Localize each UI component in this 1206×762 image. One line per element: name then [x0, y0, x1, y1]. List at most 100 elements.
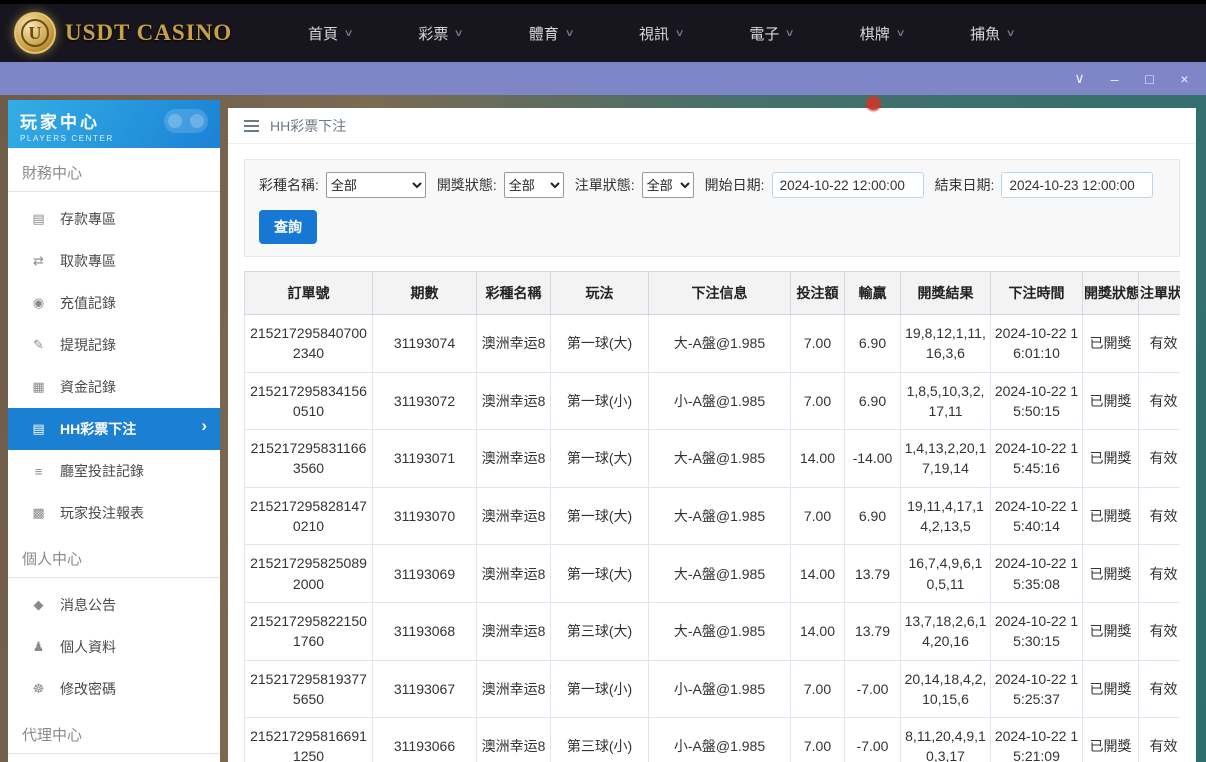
sidebar-section-heading: 財務中心	[8, 148, 220, 192]
table-header-row: 訂單號期數彩種名稱玩法下注信息投注額輸贏開獎結果下注時間開獎狀態注單狀態	[245, 272, 1181, 315]
nav-item[interactable]: 彩票∨	[385, 4, 495, 62]
col-draw-result: 開獎結果	[901, 272, 991, 315]
nav-item-label: 視訊	[639, 23, 669, 44]
draw-status-select[interactable]: 全部	[504, 172, 564, 198]
cell-order-no: 2152172958407002340	[245, 315, 373, 373]
chevron-down-icon: ∨	[564, 28, 574, 39]
nav-item-label: 捕魚	[970, 23, 1000, 44]
sidebar-item[interactable]: ◆消息公告	[8, 584, 220, 626]
sidebar-section-heading: 代理中心	[8, 710, 220, 754]
table-row: 215217295819377565031193067澳洲幸运8第一球(小)小-…	[245, 660, 1181, 718]
window-titlebar[interactable]: ∨–□ ×	[0, 62, 1206, 95]
col-bet-time: 下注時間	[991, 272, 1083, 315]
cell-order-no: 2152172958166911250	[245, 718, 373, 762]
nav-item[interactable]: 體育∨	[496, 4, 606, 62]
col-order-no: 訂單號	[245, 272, 373, 315]
cell-draw-status: 已開獎	[1083, 545, 1139, 603]
brand-logo[interactable]: U USDT CASINO	[14, 12, 249, 54]
nav-item[interactable]: 電子∨	[716, 4, 826, 62]
sidebar-item-label: 資金記錄	[60, 377, 116, 397]
sidebar-item[interactable]: ✎提現記錄	[8, 324, 220, 366]
col-period: 期數	[373, 272, 477, 315]
maximize-icon[interactable]: □	[1136, 67, 1163, 90]
sidebar-item[interactable]: ♟個人資料	[8, 626, 220, 668]
cell-draw-status: 已開獎	[1083, 372, 1139, 430]
cell-draw-result: 13,7,18,2,6,14,20,16	[901, 602, 991, 660]
close-icon[interactable]: ×	[1171, 67, 1198, 90]
chevron-right-icon: ›	[201, 416, 207, 436]
cell-play-type: 第一球(小)	[551, 660, 649, 718]
sidebar-section-heading: 個人中心	[8, 534, 220, 578]
cell-bet-time: 2024-10-22 15:50:15	[991, 372, 1083, 430]
bet-table-head: 訂單號期數彩種名稱玩法下注信息投注額輸贏開獎結果下注時間開獎狀態注單狀態	[245, 272, 1181, 315]
cell-bet-info: 小-A盤@1.985	[649, 660, 791, 718]
order-status-select[interactable]: 全部	[642, 172, 694, 198]
cell-order-no: 2152172958221501760	[245, 602, 373, 660]
chevron-down-icon: ∨	[895, 28, 905, 39]
nav-item[interactable]: 捕魚∨	[937, 4, 1047, 62]
cell-order-no: 2152172958250892000	[245, 545, 373, 603]
cell-win-loss: -7.00	[845, 718, 901, 762]
cell-order-status: 有效	[1139, 487, 1181, 545]
cell-draw-status: 已開獎	[1083, 660, 1139, 718]
lottery-select[interactable]: 全部	[326, 172, 426, 198]
nav-item[interactable]: 首頁∨	[275, 4, 385, 62]
cell-period: 31193071	[373, 430, 477, 488]
col-win-loss: 輸贏	[845, 272, 901, 315]
coin-letter: U	[21, 19, 49, 47]
start-date-input[interactable]	[772, 172, 924, 198]
sidebar-item[interactable]: ▤HH彩票下注›	[8, 408, 220, 450]
sidebar-subtitle: PLAYERS CENTER	[20, 134, 208, 143]
cell-draw-status: 已開獎	[1083, 315, 1139, 373]
sidebar-item[interactable]: ▤存款專區	[8, 198, 220, 240]
nav-item[interactable]: 棋牌∨	[827, 4, 937, 62]
cell-play-type: 第一球(大)	[551, 487, 649, 545]
cell-order-no: 2152172958193775650	[245, 660, 373, 718]
sidebar-item[interactable]: ◉充值記錄	[8, 282, 220, 324]
sidebar-item[interactable]: ⇄取款專區	[8, 240, 220, 282]
deposit-icon: ▤	[30, 211, 47, 227]
sidebar-item-label: HH彩票下注	[60, 419, 136, 439]
cell-draw-status: 已開獎	[1083, 602, 1139, 660]
filter-panel: 彩種名稱: 全部 開獎狀態: 全部 注單狀態: 全部 開始日期: 結束日期:	[244, 159, 1180, 257]
cell-lottery-name: 澳洲幸运8	[477, 660, 551, 718]
cell-draw-result: 19,8,12,1,11,16,3,6	[901, 315, 991, 373]
sidebar-item[interactable]: ☸修改密碼	[8, 668, 220, 710]
recharge-record-icon: ◉	[30, 295, 47, 311]
filter-actions: 查詢	[259, 210, 1165, 244]
sidebar-item[interactable]: ▦資金記錄	[8, 366, 220, 408]
lottery-select-label: 彩種名稱:	[259, 175, 319, 195]
cell-bet-time: 2024-10-22 16:01:10	[991, 315, 1083, 373]
cell-play-type: 第一球(大)	[551, 430, 649, 488]
cell-win-loss: -14.00	[845, 430, 901, 488]
cell-draw-result: 1,4,13,2,20,17,19,14	[901, 430, 991, 488]
breadcrumb: HH彩票下注	[228, 108, 1196, 144]
sidebar-item[interactable]: ≡廳室投註記錄	[8, 450, 220, 492]
cell-play-type: 第一球(小)	[551, 372, 649, 430]
cell-bet-time: 2024-10-22 15:40:14	[991, 487, 1083, 545]
col-bet-info: 下注信息	[649, 272, 791, 315]
cell-bet-amount: 7.00	[791, 315, 845, 373]
end-date-input[interactable]	[1001, 172, 1153, 198]
main-panel: HH彩票下注 彩種名稱: 全部 開獎狀態: 全部 注單狀態: 全部	[228, 108, 1196, 762]
table-row: 215217295816691125031193066澳洲幸运8第三球(小)小-…	[245, 718, 1181, 762]
cell-bet-info: 大-A盤@1.985	[649, 430, 791, 488]
draw-status-select-label: 開獎狀態:	[437, 175, 497, 195]
menu-toggle-icon[interactable]	[244, 120, 259, 132]
cell-bet-amount: 7.00	[791, 660, 845, 718]
search-button[interactable]: 查詢	[259, 210, 317, 244]
cell-bet-amount: 7.00	[791, 487, 845, 545]
cell-bet-info: 大-A盤@1.985	[649, 545, 791, 603]
app-header: U USDT CASINO 首頁∨彩票∨體育∨視訊∨電子∨棋牌∨捕魚∨	[0, 4, 1206, 62]
cell-bet-time: 2024-10-22 15:25:37	[991, 660, 1083, 718]
player-report-icon: ▩	[30, 505, 47, 521]
cell-lottery-name: 澳洲幸运8	[477, 718, 551, 762]
table-row: 215217295822150176031193068澳洲幸运8第三球(大)大-…	[245, 602, 1181, 660]
minimize-icon[interactable]: –	[1101, 67, 1128, 90]
nav-item[interactable]: 視訊∨	[606, 4, 716, 62]
sidebar-item[interactable]: ▩玩家投注報表	[8, 492, 220, 534]
cell-order-status: 有效	[1139, 660, 1181, 718]
chevron-down-icon[interactable]: ∨	[1066, 67, 1093, 90]
end-date-label: 結束日期:	[935, 175, 995, 195]
cell-order-status: 有效	[1139, 315, 1181, 373]
